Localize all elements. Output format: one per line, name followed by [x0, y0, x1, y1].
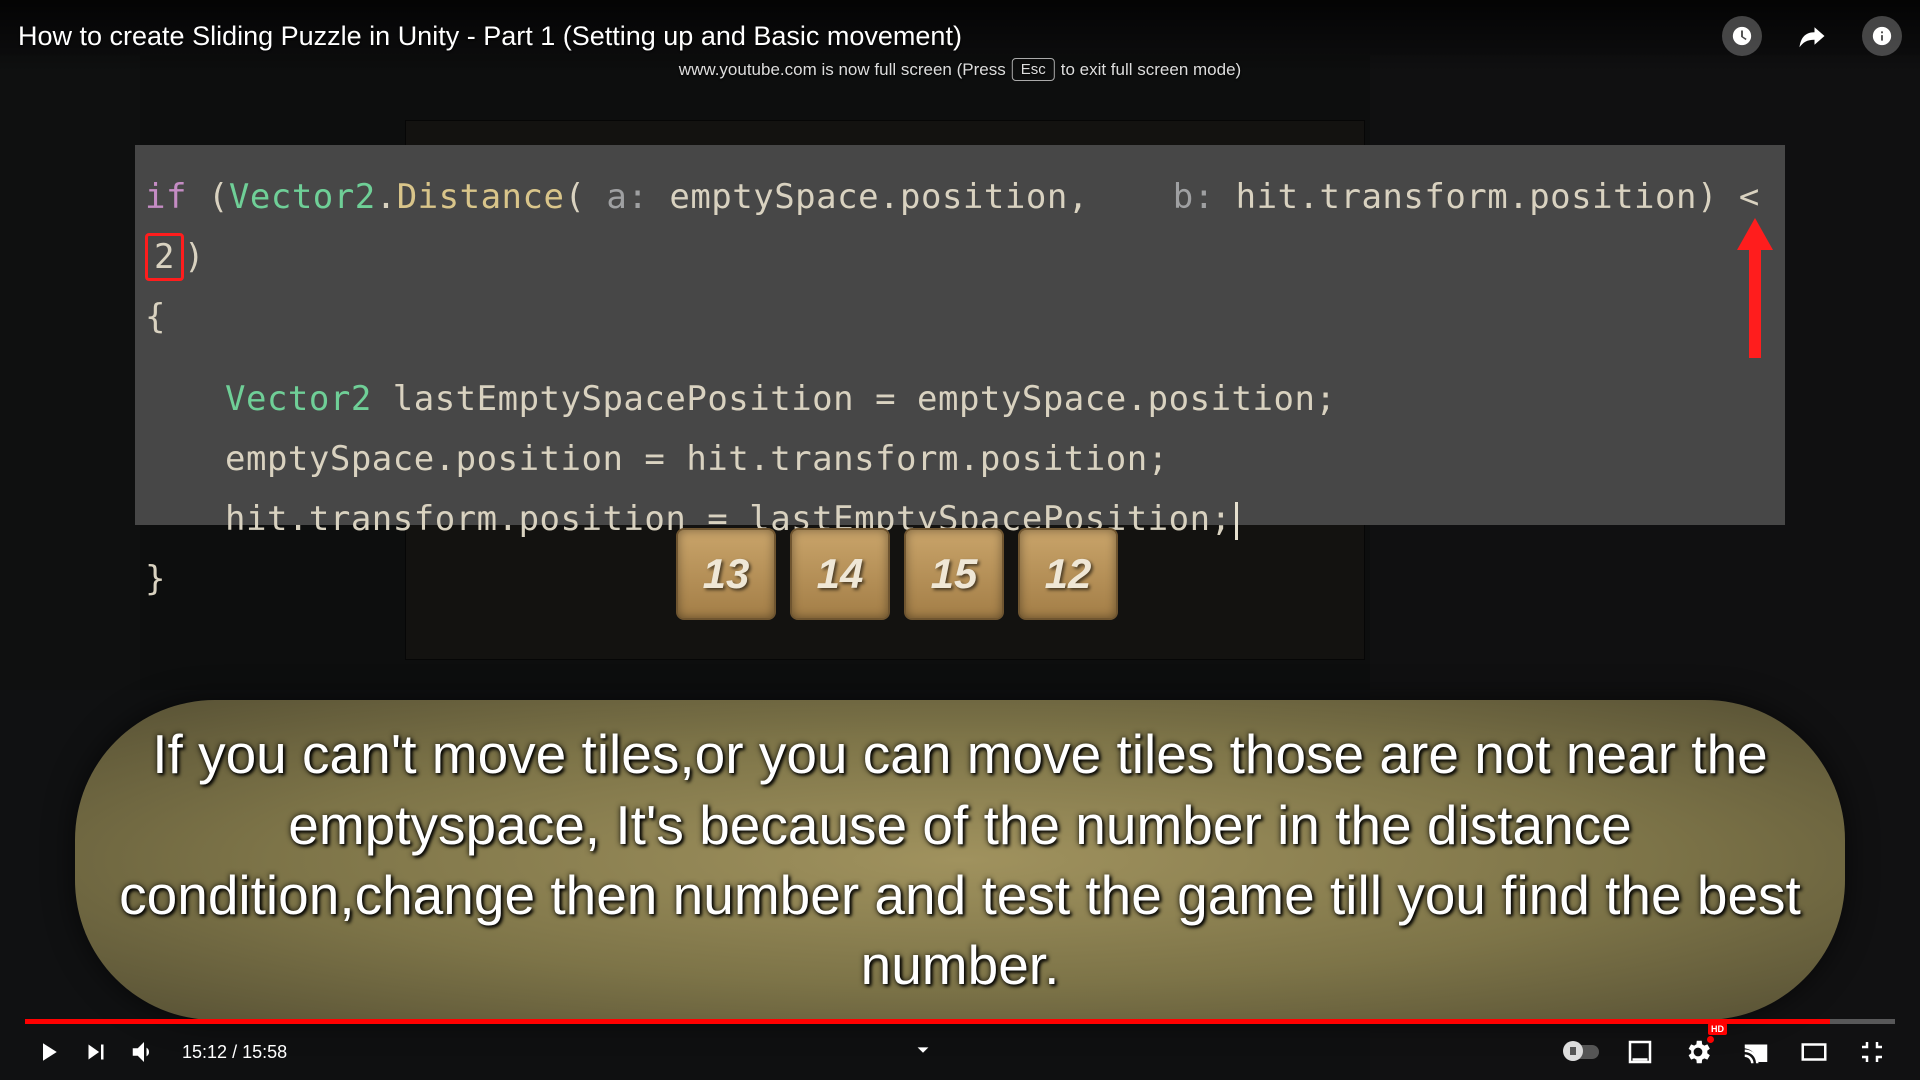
param-a-label: a:	[606, 177, 648, 217]
share-button[interactable]	[1790, 14, 1834, 58]
subtitle-text: If you can't move tiles,or you can move …	[115, 719, 1805, 1001]
tile: 13	[676, 528, 776, 620]
time-display: 15:12 / 15:58	[182, 1042, 287, 1063]
video-title: How to create Sliding Puzzle in Unity - …	[18, 21, 962, 52]
fullscreen-notice: www.youtube.com is now full screen (Pres…	[679, 58, 1241, 81]
fullscreen-notice-suffix: to exit full screen mode)	[1061, 60, 1241, 80]
time-sep: /	[232, 1042, 242, 1062]
code-cursor	[1235, 502, 1238, 540]
fullscreen-notice-prefix: www.youtube.com is now full screen (Pres…	[679, 60, 1006, 80]
arg-a: emptySpace.position,	[669, 177, 1088, 217]
code-line2: lastEmptySpacePosition = emptySpace.posi…	[372, 379, 1337, 419]
info-button[interactable]	[1862, 16, 1902, 56]
subtitle-bubble: If you can't move tiles,or you can move …	[75, 700, 1845, 1020]
next-button[interactable]	[72, 1028, 120, 1076]
tile: 12	[1018, 528, 1118, 620]
theater-mode-button[interactable]	[1790, 1028, 1838, 1076]
right-controls: HD	[1558, 1028, 1896, 1076]
brace-open: {	[145, 287, 1775, 347]
duration: 15:58	[242, 1042, 287, 1062]
current-time: 15:12	[182, 1042, 227, 1062]
play-button[interactable]	[24, 1028, 72, 1076]
captions-button[interactable]	[1616, 1028, 1664, 1076]
autoplay-toggle[interactable]	[1558, 1028, 1606, 1076]
watch-later-button[interactable]	[1722, 16, 1762, 56]
hd-badge: HD	[1708, 1023, 1727, 1035]
volume-button[interactable]	[120, 1028, 168, 1076]
param-b-label: b:	[1173, 177, 1215, 217]
arg-b: hit.transform.position)	[1236, 177, 1718, 217]
settings-dot-icon	[1707, 1036, 1714, 1043]
player-controls: 15:12 / 15:58 HD	[0, 1024, 1920, 1080]
type-vector2: Vector2	[229, 177, 376, 217]
esc-key: Esc	[1012, 58, 1055, 81]
tile: 14	[790, 528, 890, 620]
tile: 15	[904, 528, 1004, 620]
chapters-toggle[interactable]	[910, 1037, 936, 1068]
method-distance: Distance	[397, 177, 565, 217]
keyword-if: if	[145, 177, 187, 217]
code-snippet: if (Vector2.Distance( a: emptySpace.posi…	[135, 145, 1785, 525]
distance-threshold-highlight: 2	[145, 233, 184, 281]
exit-fullscreen-button[interactable]	[1848, 1028, 1896, 1076]
code-line3: emptySpace.position = hit.transform.posi…	[145, 429, 1775, 489]
settings-button[interactable]: HD	[1674, 1028, 1722, 1076]
puzzle-tiles-row: 13 14 15 12	[676, 528, 1118, 620]
operator-lt: <	[1739, 177, 1760, 217]
title-actions	[1722, 14, 1902, 58]
video-frame: How to create Sliding Puzzle in Unity - …	[0, 0, 1920, 1080]
red-arrow-annotation	[1735, 218, 1775, 358]
type-vector2-2: Vector2	[225, 379, 372, 419]
cast-button[interactable]	[1732, 1028, 1780, 1076]
